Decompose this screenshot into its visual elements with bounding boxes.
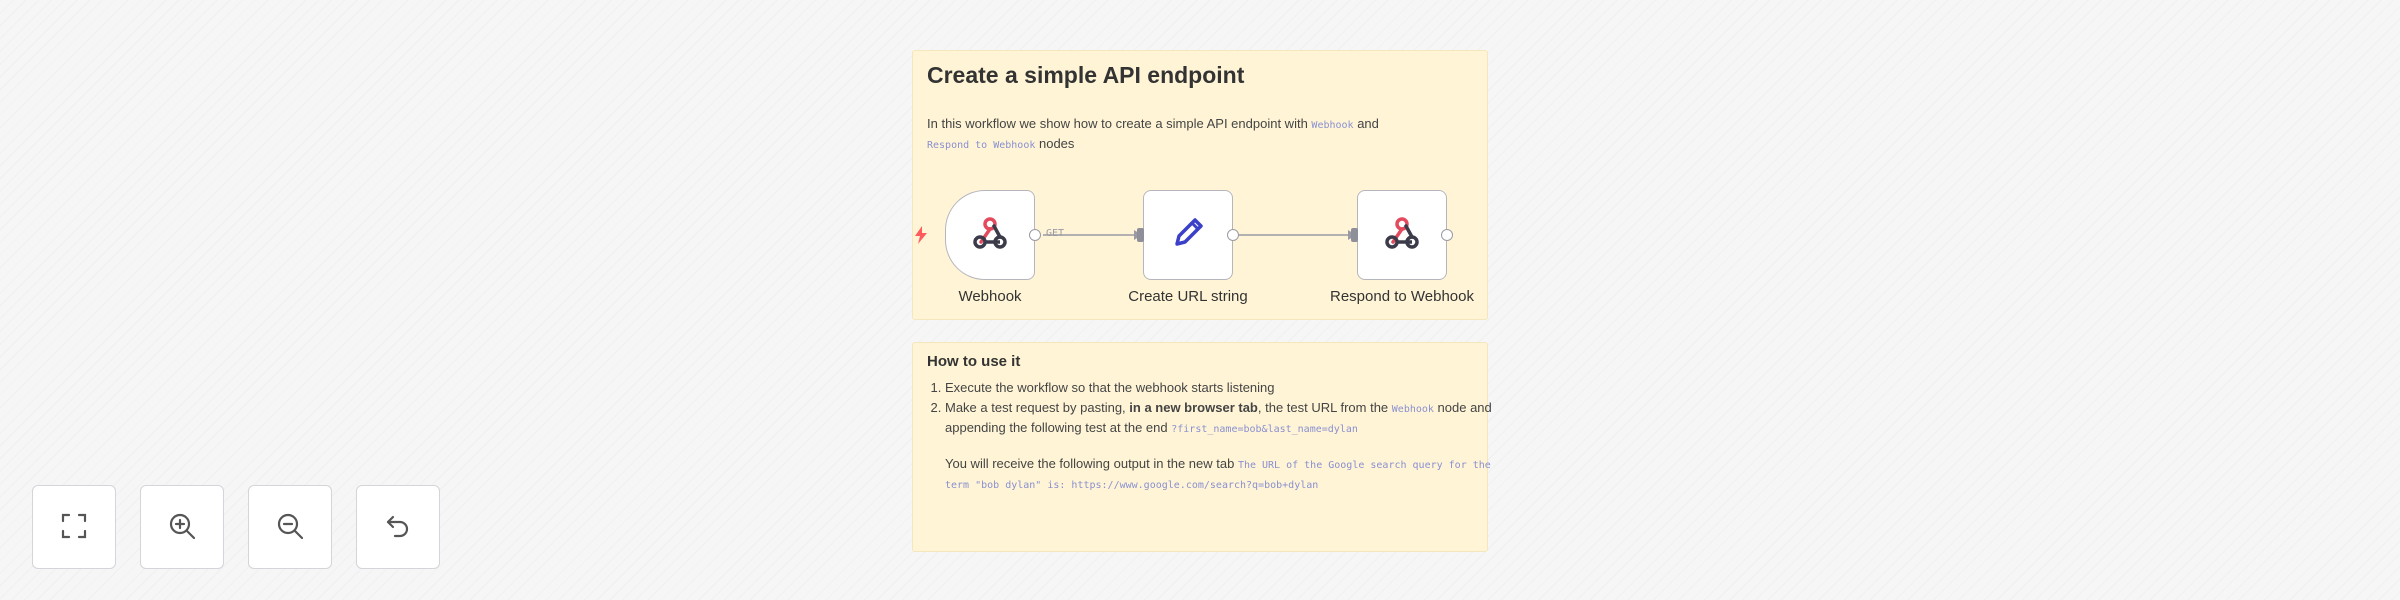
edge-label-get: GET [1046,228,1065,239]
howto-title: How to use it [927,353,1021,370]
output-text: You will receive the following output in… [945,456,1238,471]
howto-steps: Execute the workflow so that the webhook… [927,379,1495,497]
webhook-icon [1384,216,1420,255]
step2-bold: in a new browser tab [1129,400,1258,415]
step1-text: Execute the workflow so that the webhook… [945,380,1275,395]
howto-output: You will receive the following output in… [945,455,1495,495]
reset-zoom-button[interactable] [356,485,440,569]
zoom-in-icon [167,511,197,544]
respond-input-handle[interactable] [1351,228,1358,242]
fit-view-button[interactable] [32,485,116,569]
sticky-note-how-to[interactable]: How to use it Execute the workflow so th… [912,342,1492,552]
howto-step-1: Execute the workflow so that the webhook… [945,379,1495,397]
undo-icon [383,511,413,544]
node-respond-to-webhook[interactable] [1357,190,1447,280]
node-label-webhook: Webhook [958,288,1022,305]
fit-view-icon [59,511,89,544]
pencil-icon [1169,214,1207,257]
intro-text-1: In this workflow we show how to create a… [927,116,1312,131]
bolt-icon [913,226,929,247]
intro-text-2: and [1353,116,1379,131]
node-label-create-url-string: Create URL string [1128,288,1248,305]
zoom-in-button[interactable] [140,485,224,569]
step2-text-2: , the test URL from the [1257,400,1392,415]
zoom-out-button[interactable] [248,485,332,569]
respond-output-handle[interactable] [1441,229,1453,241]
create-url-output-handle[interactable] [1227,229,1239,241]
intro-code-respond: Respond to Webhook [927,140,1036,151]
howto-step-2: Make a test request by pasting, in a new… [945,399,1495,495]
step2-text-1: Make a test request by pasting, [945,400,1130,415]
webhook-icon [972,216,1008,255]
intro-text-3: nodes [1035,136,1075,151]
webhook-output-handle[interactable] [1029,229,1041,241]
step2-code-query: ?first_name=bob&last_name=dylan [1171,424,1358,435]
sticky-title: Create a simple API endpoint [927,62,1245,88]
zoom-out-icon [275,511,305,544]
node-webhook[interactable] [945,190,1035,280]
node-label-respond-to-webhook: Respond to Webhook [1330,288,1474,305]
step2-code-webhook: Webhook [1391,404,1434,415]
sticky-intro: In this workflow we show how to create a… [927,115,1467,155]
node-create-url-string[interactable] [1143,190,1233,280]
create-url-input-handle[interactable] [1137,228,1144,242]
intro-code-webhook: Webhook [1311,120,1354,131]
